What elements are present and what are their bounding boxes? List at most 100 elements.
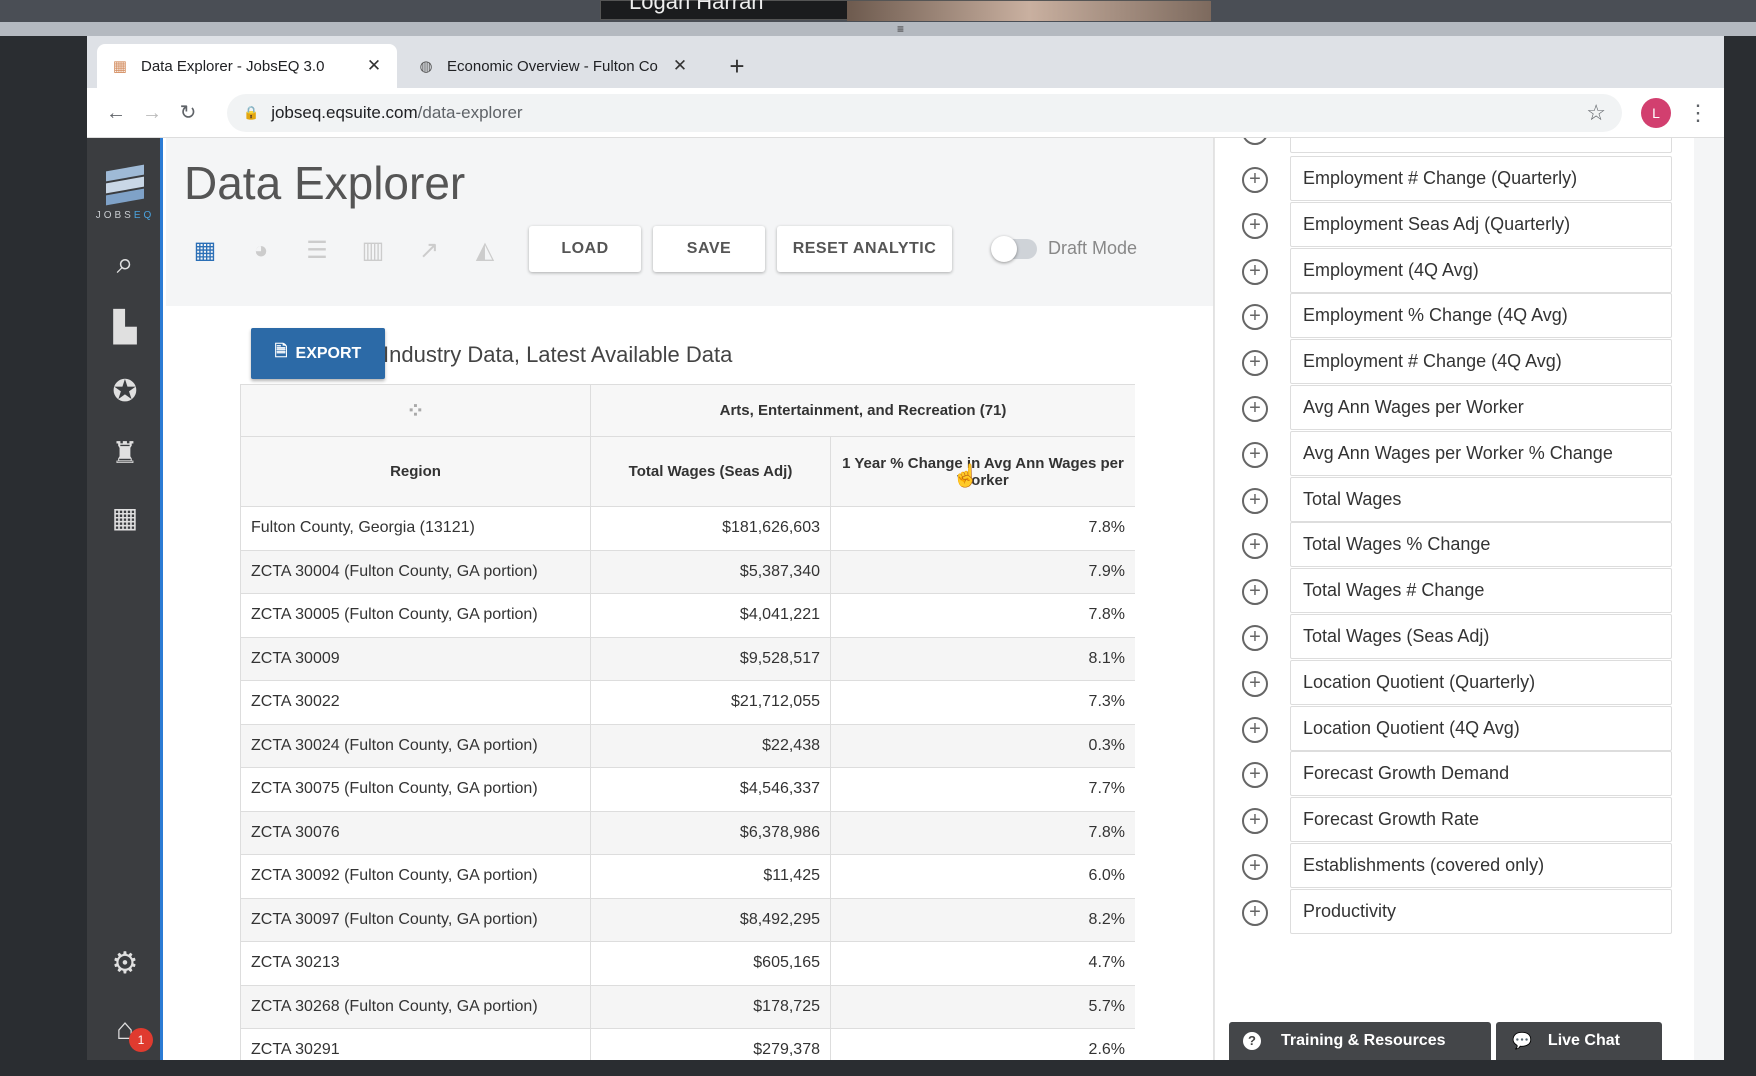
jobseq-logo[interactable]: JOBSEQ xyxy=(93,164,157,234)
screen-share-drag-bar[interactable]: ≡ xyxy=(0,22,1756,36)
table-row[interactable]: Fulton County, Georgia (13121) $181,626,6… xyxy=(240,506,1135,551)
gear-icon[interactable]: ⚙ xyxy=(105,944,145,984)
add-circle-icon[interactable]: + xyxy=(1242,350,1268,377)
add-circle-icon[interactable]: + xyxy=(1242,167,1268,193)
add-circle-icon[interactable]: + xyxy=(1242,441,1268,468)
jobseq-app: JOBSEQ ⌕ ▙ ✪ ♜ ▦ ⚙ ⌂ 1 Data Explorer ▦ ◕… xyxy=(87,138,1724,1060)
region-cell: ZCTA 30076 xyxy=(240,810,591,855)
add-circle-icon[interactable]: + xyxy=(1242,579,1268,606)
back-icon[interactable]: ← xyxy=(101,98,131,128)
export-button[interactable]: 🗎 EXPORT xyxy=(251,328,385,379)
factory-icon[interactable]: ▙ xyxy=(105,308,145,348)
field-item[interactable]: + Employment Seas Adj (Quarterly) xyxy=(1215,201,1695,253)
tab-title: Economic Overview - Fulton Co xyxy=(447,57,658,75)
column-header-region[interactable]: Region xyxy=(240,436,591,507)
field-item[interactable]: + Location Quotient (4Q Avg) xyxy=(1215,705,1695,757)
table-row[interactable]: ZCTA 30075 (Fulton County, GA portion) $4… xyxy=(240,767,1135,812)
training-label: Training & Resources xyxy=(1281,1032,1446,1049)
add-circle-icon[interactable]: + xyxy=(1242,212,1268,239)
add-circle-icon[interactable]: + xyxy=(1242,899,1268,926)
field-item[interactable]: + Total Wages xyxy=(1215,476,1695,528)
table-row[interactable]: ZCTA 30097 (Fulton County, GA portion) $8… xyxy=(240,897,1135,942)
add-circle-icon[interactable]: + xyxy=(1242,762,1268,789)
field-item[interactable]: + Employment # Change (4Q Avg) xyxy=(1215,339,1695,390)
field-item[interactable]: + Total Wages % Change xyxy=(1215,522,1695,573)
wage-change-cell: 4.7% xyxy=(829,941,1135,986)
forward-icon[interactable]: → xyxy=(137,98,167,128)
reload-icon[interactable]: ↻ xyxy=(173,98,203,128)
add-circle-icon[interactable]: + xyxy=(1242,258,1268,285)
add-circle-icon[interactable]: + xyxy=(1242,625,1268,651)
table-view-icon[interactable]: ▦ xyxy=(190,236,220,266)
table-row[interactable]: ZCTA 30009 $9,528,517 8.1% xyxy=(240,636,1135,681)
pivot-settings-icon[interactable]: ⁘ xyxy=(406,398,424,423)
field-item[interactable]: + Total Wages (Seas Adj) xyxy=(1215,614,1695,665)
horizontal-bar-view-icon[interactable]: ☰ xyxy=(302,236,332,266)
tab-data-explorer[interactable]: ▦ Data Explorer - JobsEQ 3.0 ✕ xyxy=(97,44,397,88)
add-circle-icon[interactable]: + xyxy=(1242,716,1268,743)
table-row[interactable]: ZCTA 30291 $279,378 2.6% xyxy=(240,1028,1135,1060)
field-item[interactable]: + Employment % Change (4Q Avg) xyxy=(1215,293,1695,344)
new-tab-button[interactable]: + xyxy=(719,48,755,84)
field-item[interactable]: + Forecast Growth Demand xyxy=(1215,751,1695,802)
table-row[interactable]: ZCTA 30076 $6,378,986 7.8% xyxy=(240,810,1135,855)
award-icon[interactable]: ✪ xyxy=(105,372,145,412)
drag-handle-icon[interactable]: ≡ xyxy=(897,22,904,36)
add-circle-icon[interactable]: + xyxy=(1242,808,1268,835)
profile-avatar[interactable]: L xyxy=(1641,98,1671,128)
field-item[interactable]: + Avg Ann Wages per Worker xyxy=(1215,385,1695,436)
table-row[interactable]: ZCTA 30022 $21,712,055 7.3% xyxy=(240,680,1135,725)
save-button[interactable]: SAVE xyxy=(653,226,765,272)
pie-chart-view-icon[interactable]: ◕ xyxy=(246,236,276,266)
field-item[interactable]: + Productivity xyxy=(1215,888,1695,940)
table-row[interactable]: ZCTA 30213 $605,165 4.7% xyxy=(240,941,1135,986)
live-chat-button[interactable]: 💬 Live Chat xyxy=(1496,1022,1662,1060)
wage-change-cell: 7.8% xyxy=(829,593,1135,638)
field-item[interactable]: + Avg Ann Wages per Worker % Change xyxy=(1215,430,1695,482)
close-tab-icon[interactable]: ✕ xyxy=(671,56,689,76)
table-row[interactable]: ZCTA 30024 (Fulton County, GA portion) $2… xyxy=(240,723,1135,768)
column-header-total-wages[interactable]: Total Wages (Seas Adj) xyxy=(590,436,831,507)
line-chart-view-icon[interactable]: ↗ xyxy=(414,236,444,266)
field-item[interactable]: + Establishments (covered only) xyxy=(1215,843,1695,894)
close-tab-icon[interactable]: ✕ xyxy=(365,56,383,76)
data-table: ⁘ Arts, Entertainment, and Recreation (7… xyxy=(240,384,1135,1060)
draft-mode-toggle[interactable] xyxy=(991,236,1037,262)
add-circle-icon[interactable]: + xyxy=(1242,854,1268,880)
add-circle-icon[interactable]: + xyxy=(1242,396,1268,422)
add-circle-icon[interactable]: + xyxy=(1242,487,1268,514)
table-row[interactable]: ZCTA 30268 (Fulton County, GA portion) $1… xyxy=(240,984,1135,1029)
add-circle-icon[interactable]: + xyxy=(1242,304,1268,331)
video-thumbnail[interactable]: Logan Harran xyxy=(600,0,1211,21)
region-cell: ZCTA 30092 (Fulton County, GA portion) xyxy=(240,854,591,899)
search-icon[interactable]: ⌕ xyxy=(105,244,145,284)
field-item[interactable]: + Employment # Change (Quarterly) xyxy=(1215,156,1695,207)
pivot-settings-cell[interactable]: ⁘ xyxy=(240,384,591,437)
add-circle-icon[interactable]: + xyxy=(1242,670,1268,697)
field-label: Total Wages % Change xyxy=(1290,522,1672,568)
tab-economic-overview[interactable]: ◍ Economic Overview - Fulton Co ✕ xyxy=(403,44,703,88)
add-circle-icon[interactable]: + xyxy=(1242,138,1268,145)
worker-icon[interactable]: ♜ xyxy=(105,434,145,474)
total-wages-cell: $5,387,340 xyxy=(590,549,831,594)
field-item[interactable]: + Location Quotient (Quarterly) xyxy=(1215,659,1695,711)
load-button[interactable]: LOAD xyxy=(529,226,641,272)
add-circle-icon[interactable]: + xyxy=(1242,533,1268,560)
bookmark-star-icon[interactable]: ☆ xyxy=(1586,100,1606,126)
url-input[interactable]: 🔒 jobseq.eqsuite.com/data-explorer ☆ xyxy=(227,94,1622,132)
training-resources-button[interactable]: ? Training & Resources xyxy=(1229,1022,1491,1060)
area-chart-view-icon[interactable]: ◭ xyxy=(470,236,500,266)
column-header-wage-change[interactable]: 1 Year % Change in Avg Ann Wages per Wor… xyxy=(829,436,1135,507)
total-wages-cell: $9,528,517 xyxy=(590,636,831,681)
table-row[interactable]: ZCTA 30092 (Fulton County, GA portion) $1… xyxy=(240,854,1135,899)
wage-change-cell: 2.6% xyxy=(829,1028,1135,1060)
browser-menu-icon[interactable]: ⋮ xyxy=(1687,98,1709,128)
grid-icon[interactable]: ▦ xyxy=(105,498,145,538)
field-item[interactable]: + Employment (4Q Avg) xyxy=(1215,247,1695,299)
column-chart-view-icon[interactable]: ▥ xyxy=(358,236,388,266)
table-row[interactable]: ZCTA 30005 (Fulton County, GA portion) $4… xyxy=(240,593,1135,638)
field-item[interactable]: + Forecast Growth Rate xyxy=(1215,797,1695,848)
reset-analytic-button[interactable]: RESET ANALYTIC xyxy=(777,226,952,272)
table-row[interactable]: ZCTA 30004 (Fulton County, GA portion) $5… xyxy=(240,549,1135,594)
field-item[interactable]: + Total Wages # Change xyxy=(1215,568,1695,619)
